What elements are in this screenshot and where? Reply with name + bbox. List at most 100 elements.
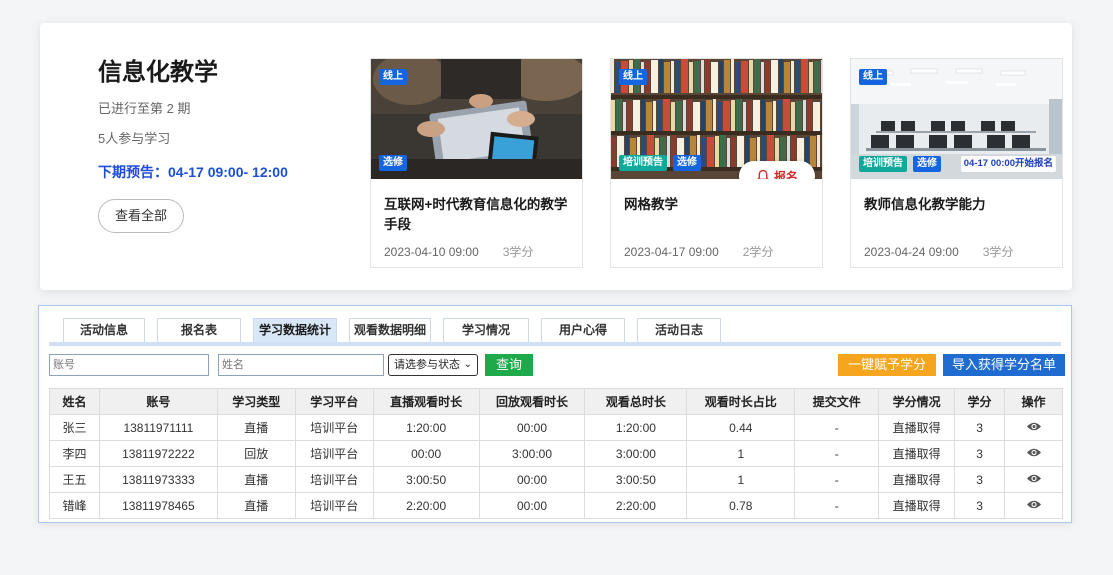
chevron-down-icon: ⌄	[463, 359, 472, 370]
table-row: 王五 13811973333 直播 培训平台 3:00:50 00:00 3:00:50 1-…	[49, 466, 1063, 493]
cell-live-duration: 00:00	[372, 440, 480, 467]
course-card-3[interactable]: 线上 培训预告 选修 04-17 00:00开始报名 教师信息化教学能力 202…	[850, 58, 1063, 268]
table-row: 错峰 13811978465 直播 培训平台 2:20:00 00:00 2:20:00 0.…	[49, 492, 1063, 519]
course-credit: 3学分	[502, 245, 534, 259]
query-button[interactable]: 查询	[485, 354, 533, 376]
course-meta: 2023-04-17 09:00 2学分	[624, 243, 773, 260]
course-credit: 2学分	[742, 245, 774, 259]
cell-total-duration: 3:00:50	[584, 466, 688, 493]
bell-icon	[757, 169, 769, 179]
name-input[interactable]	[218, 354, 384, 376]
header-learning-type: 学习类型	[216, 388, 296, 415]
cell-replay-duration: 00:00	[478, 414, 586, 441]
series-progress: 已进行至第 2 期	[98, 101, 191, 116]
cell-platform: 培训平台	[294, 440, 374, 467]
header-credits: 学分	[954, 388, 1006, 415]
tab-bar: 活动信息 报名表 学习数据统计 观看数据明细 学习情况 用户心得 活动日志	[63, 318, 733, 342]
cell-credit-status: 直播取得	[878, 414, 956, 441]
tab-signup-sheet[interactable]: 报名表	[157, 318, 241, 342]
table-row: 张三 13811971111 直播 培训平台 1:20:00 00:00 1:20:00 0.…	[49, 414, 1063, 441]
cell-platform: 培训平台	[294, 492, 374, 519]
cell-learning-type: 直播	[216, 492, 296, 519]
cell-actions	[1004, 440, 1063, 467]
cell-platform: 培训平台	[294, 466, 374, 493]
cell-submitted-files: -	[794, 492, 880, 519]
cell-credit-status: 直播取得	[878, 466, 956, 493]
course-meta: 2023-04-24 09:00 3学分	[864, 243, 1013, 260]
tab-underline	[49, 342, 1061, 346]
cell-account: 13811972222	[98, 440, 218, 467]
cell-actions	[1004, 492, 1063, 519]
cell-credit-status: 直播取得	[878, 440, 956, 467]
filter-toolbar: 请选参与状态 ⌄ 查询 一键赋予学分 导入获得学分名单	[49, 354, 1065, 376]
tab-learning-stats[interactable]: 学习数据统计	[253, 318, 337, 342]
eye-icon[interactable]	[1026, 473, 1042, 487]
cell-account: 13811971111	[98, 414, 218, 441]
cell-account: 13811973333	[98, 466, 218, 493]
series-info: 信息化教学 已进行至第 2 期 5人参与学习 下期预告：04-17 09:00-…	[98, 57, 368, 233]
tab-learning-status[interactable]: 学习情况	[443, 318, 529, 342]
signup-label: 报名	[773, 169, 798, 180]
cell-total-duration: 3:00:00	[584, 440, 688, 467]
cell-replay-duration: 00:00	[478, 492, 586, 519]
course-card-1[interactable]: 线上 选修 互联网+时代教育信息化的教学手段 2023-04-10 09:00 3…	[370, 58, 583, 268]
cell-credits: 3	[954, 440, 1006, 467]
course-name: 网格教学	[624, 197, 678, 212]
series-title: 信息化教学	[98, 59, 218, 86]
view-all-button[interactable]: 查看全部	[98, 199, 184, 233]
cell-duration-ratio: 0.78	[686, 492, 796, 519]
eye-icon[interactable]	[1026, 499, 1042, 513]
cell-credit-status: 直播取得	[878, 492, 956, 519]
course-time: 2023-04-24 09:00	[864, 245, 959, 259]
cell-actions	[1004, 414, 1063, 441]
header-live-duration: 直播观看时长	[372, 388, 480, 415]
header-submitted-files: 提交文件	[794, 388, 880, 415]
training-preview-tag: 培训预告	[859, 156, 907, 172]
cell-replay-duration: 3:00:00	[478, 440, 586, 467]
elective-tag: 选修	[913, 156, 941, 172]
course-time: 2023-04-10 09:00	[384, 245, 479, 259]
eye-icon[interactable]	[1026, 447, 1042, 461]
tab-activity-log[interactable]: 活动日志	[637, 318, 721, 342]
cell-duration-ratio: 1	[686, 440, 796, 467]
tab-viewing-details[interactable]: 观看数据明细	[349, 318, 431, 342]
grant-credits-button[interactable]: 一键赋予学分	[838, 354, 936, 376]
import-credit-list-button[interactable]: 导入获得学分名单	[943, 354, 1065, 376]
header-account: 账号	[98, 388, 218, 415]
cell-platform: 培训平台	[294, 414, 374, 441]
signup-button[interactable]: 报名	[739, 161, 815, 179]
cell-submitted-files: -	[794, 440, 880, 467]
cell-duration-ratio: 1	[686, 466, 796, 493]
cell-learning-type: 直播	[216, 466, 296, 493]
cell-learning-type: 回放	[216, 440, 296, 467]
online-tag: 线上	[379, 69, 407, 85]
cell-account: 13811978465	[98, 492, 218, 519]
course-name: 教师信息化教学能力	[864, 197, 986, 212]
cell-name: 王五	[49, 466, 100, 493]
status-select[interactable]: 请选参与状态 ⌄	[388, 354, 478, 376]
cell-replay-duration: 00:00	[478, 466, 586, 493]
tab-activity-info[interactable]: 活动信息	[63, 318, 145, 342]
course-name: 互联网+时代教育信息化的教学手段	[384, 197, 568, 232]
cell-live-duration: 1:20:00	[372, 414, 480, 441]
tab-user-reflections[interactable]: 用户心得	[541, 318, 625, 342]
course-card-2[interactable]: 线上 培训预告 选修 报名 网格教学 2023-04-17 09:00 2学分	[610, 58, 823, 268]
elective-tag: 选修	[379, 155, 407, 171]
table-row: 李四 13811972222 回放 培训平台 00:00 3:00:00 3:00:00 1-…	[49, 440, 1063, 467]
header-platform: 学习平台	[294, 388, 374, 415]
cell-credits: 3	[954, 492, 1006, 519]
training-preview-tag: 培训预告	[619, 155, 667, 171]
course-credit: 3学分	[982, 245, 1014, 259]
cell-learning-type: 直播	[216, 414, 296, 441]
cell-credits: 3	[954, 466, 1006, 493]
cell-live-duration: 3:00:50	[372, 466, 480, 493]
learning-stats-table: 姓名 账号 学习类型 学习平台 直播观看时长 回放观看时长 观看总时长 观看时长…	[49, 388, 1063, 519]
learning-data-panel: 活动信息 报名表 学习数据统计 观看数据明细 学习情况 用户心得 活动日志 请选…	[38, 305, 1072, 523]
online-tag: 线上	[859, 69, 887, 85]
cell-live-duration: 2:20:00	[372, 492, 480, 519]
cell-submitted-files: -	[794, 414, 880, 441]
cell-name: 张三	[49, 414, 100, 441]
cell-actions	[1004, 466, 1063, 493]
eye-icon[interactable]	[1026, 421, 1042, 435]
account-input[interactable]	[49, 354, 209, 376]
